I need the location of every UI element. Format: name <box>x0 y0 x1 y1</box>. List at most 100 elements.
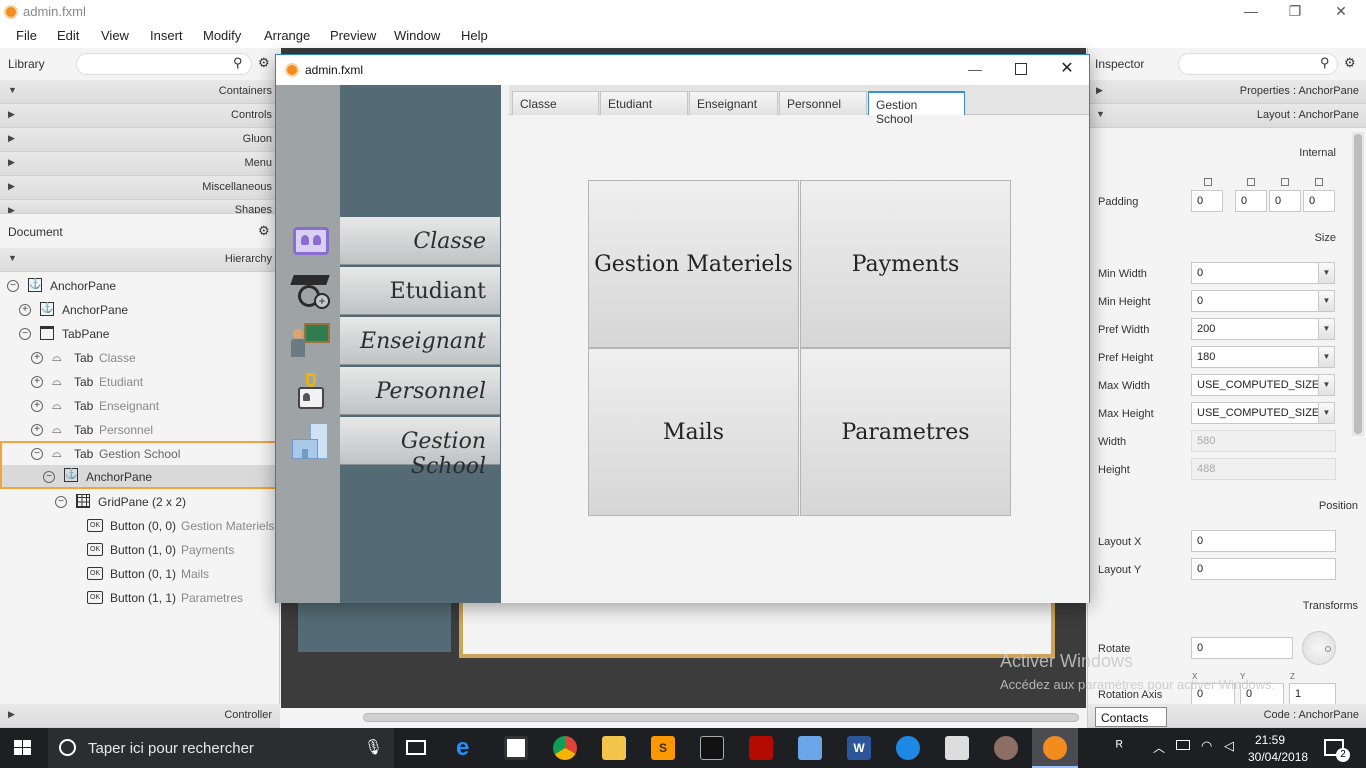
chevron-up-icon[interactable]: ︿ <box>1153 739 1165 756</box>
tree-item-selected[interactable]: − ⌓ Tab Gestion School <box>0 441 279 465</box>
minimize-button[interactable]: — <box>952 58 998 82</box>
menu-window[interactable]: Window <box>394 28 440 43</box>
maximize-button[interactable]: ❐ <box>1272 0 1318 24</box>
payments-button[interactable]: Payments <box>800 180 1011 348</box>
file-explorer-icon[interactable] <box>602 736 626 760</box>
scene-builder-taskbar-button[interactable] <box>1032 728 1078 768</box>
expand-icon[interactable]: + <box>31 424 43 436</box>
tree-item[interactable]: + ⌓ Tab Classe <box>0 346 280 370</box>
menu-modify[interactable]: Modify <box>203 28 241 43</box>
padding-right-field[interactable]: 0 <box>1235 190 1267 212</box>
library-section-menu[interactable]: ▶ Menu <box>0 152 280 176</box>
word-icon[interactable]: W <box>847 736 871 760</box>
chrome-icon[interactable] <box>553 736 577 760</box>
scrollbar-thumb[interactable] <box>363 713 1079 722</box>
library-section-controls[interactable]: ▶ Controls <box>0 104 280 128</box>
tree-item[interactable]: − TabPane <box>0 322 280 346</box>
menu-preview[interactable]: Preview <box>330 28 376 43</box>
collapse-icon[interactable]: − <box>55 496 67 508</box>
tab-enseignant[interactable]: Enseignant <box>689 91 778 115</box>
close-button[interactable]: ✕ <box>1318 0 1364 24</box>
menu-view[interactable]: View <box>101 28 129 43</box>
padding-bottom-field[interactable]: 0 <box>1269 190 1301 212</box>
pref-height-field[interactable]: 180 <box>1191 346 1319 368</box>
battery-icon[interactable] <box>1176 740 1190 750</box>
paint-icon[interactable] <box>994 736 1018 760</box>
tree-item[interactable]: + ⌓ Tab Enseignant <box>0 394 280 418</box>
mails-button[interactable]: Mails <box>588 348 799 516</box>
tree-item[interactable]: − ⚓ AnchorPane <box>0 274 280 298</box>
min-height-field[interactable]: 0 <box>1191 290 1319 312</box>
clock-date[interactable]: 30/04/2018 <box>1248 750 1308 764</box>
library-search-input[interactable] <box>76 53 252 75</box>
virtualbox-icon[interactable] <box>798 736 822 760</box>
tab-personnel[interactable]: Personnel <box>779 91 867 115</box>
menu-help[interactable]: Help <box>461 28 488 43</box>
gear-icon[interactable]: ⚙ <box>258 223 270 239</box>
microphone-icon[interactable]: 🎙 <box>364 738 383 756</box>
canvas-horizontal-scrollbar[interactable] <box>281 708 1086 728</box>
people-icon[interactable]: ᴿ <box>1116 738 1123 755</box>
hierarchy-section[interactable]: ▼ Hierarchy <box>0 248 280 272</box>
nav-button-classe[interactable]: Classe <box>340 217 500 265</box>
nav-button-enseignant[interactable]: Enseignant <box>340 317 500 365</box>
max-width-field[interactable]: USE_COMPUTED_SIZE <box>1191 374 1319 396</box>
library-section-gluon[interactable]: ▶ Gluon <box>0 128 280 152</box>
layout-y-field[interactable]: 0 <box>1191 558 1336 580</box>
layout-x-field[interactable]: 0 <box>1191 530 1336 552</box>
gear-icon[interactable]: ⚙ <box>1344 55 1356 71</box>
pref-width-dropdown[interactable]: ▼ <box>1318 318 1335 340</box>
taskbar-search-box[interactable]: Taper ici pour rechercher 🎙 <box>48 728 394 768</box>
library-section-miscellaneous[interactable]: ▶ Miscellaneous <box>0 176 280 200</box>
clock-time[interactable]: 21:59 <box>1255 733 1285 747</box>
library-section-containers[interactable]: ▼ Containers <box>0 80 280 104</box>
gear-icon[interactable]: ⚙ <box>258 55 270 71</box>
collapse-icon[interactable]: − <box>43 471 55 483</box>
menu-arrange[interactable]: Arrange <box>264 28 310 43</box>
max-height-dropdown[interactable]: ▼ <box>1318 402 1335 424</box>
min-width-dropdown[interactable]: ▼ <box>1318 262 1335 284</box>
max-height-field[interactable]: USE_COMPUTED_SIZE <box>1191 402 1319 424</box>
menu-insert[interactable]: Insert <box>150 28 183 43</box>
tree-item[interactable]: OK Button (0, 1) Mails <box>0 562 280 586</box>
menu-edit[interactable]: Edit <box>57 28 79 43</box>
inspector-scrollbar[interactable] <box>1352 132 1364 436</box>
min-width-field[interactable]: 0 <box>1191 262 1319 284</box>
sublime-text-icon[interactable]: S <box>651 736 675 760</box>
expand-icon[interactable]: + <box>31 400 43 412</box>
gestion-materiels-button[interactable]: Gestion Materiels <box>588 180 799 348</box>
rotate-field[interactable]: 0 <box>1191 637 1293 659</box>
pref-height-dropdown[interactable]: ▼ <box>1318 346 1335 368</box>
collapse-icon[interactable]: − <box>31 448 43 460</box>
collapse-icon[interactable]: − <box>7 280 19 292</box>
tab-gestion-school[interactable]: Gestion School <box>868 91 965 126</box>
tree-item[interactable]: + ⚓ AnchorPane <box>0 298 280 322</box>
expand-icon[interactable]: + <box>31 352 43 364</box>
rotation-axis-z-field[interactable]: 1 <box>1289 683 1336 705</box>
teamviewer-icon[interactable] <box>896 736 920 760</box>
tree-item[interactable]: − GridPane (2 x 2) <box>0 490 280 514</box>
close-button[interactable]: ✕ <box>1044 58 1090 82</box>
command-prompt-icon[interactable] <box>700 736 724 760</box>
tree-item[interactable]: OK Button (1, 0) Payments <box>0 538 280 562</box>
parametres-button[interactable]: Parametres <box>800 348 1011 516</box>
padding-top-field[interactable]: 0 <box>1191 190 1223 212</box>
volume-icon[interactable]: ◁ <box>1224 738 1234 754</box>
store-icon[interactable] <box>504 736 528 760</box>
nav-button-gestion-school[interactable]: Gestion School <box>340 417 500 479</box>
padding-left-field[interactable]: 0 <box>1303 190 1335 212</box>
expand-icon[interactable]: + <box>19 304 31 316</box>
tree-item[interactable]: OK Button (1, 1) Parametres <box>0 586 280 610</box>
scrollbar-thumb[interactable] <box>1354 134 1362 434</box>
tab-classe[interactable]: Classe <box>512 91 599 115</box>
photos-icon[interactable] <box>945 736 969 760</box>
windows-start-icon[interactable] <box>14 740 32 756</box>
tree-item[interactable]: + ⌓ Tab Personnel <box>0 418 280 442</box>
minimize-button[interactable]: — <box>1228 0 1274 24</box>
expand-icon[interactable]: + <box>31 376 43 388</box>
wifi-icon[interactable]: ◠ <box>1201 738 1212 754</box>
menu-file[interactable]: File <box>16 28 37 43</box>
layout-section[interactable]: ▼ Layout : AnchorPane <box>1088 104 1366 128</box>
collapse-icon[interactable]: − <box>19 328 31 340</box>
library-section-shapes[interactable]: ▶ Shapes <box>0 200 280 214</box>
